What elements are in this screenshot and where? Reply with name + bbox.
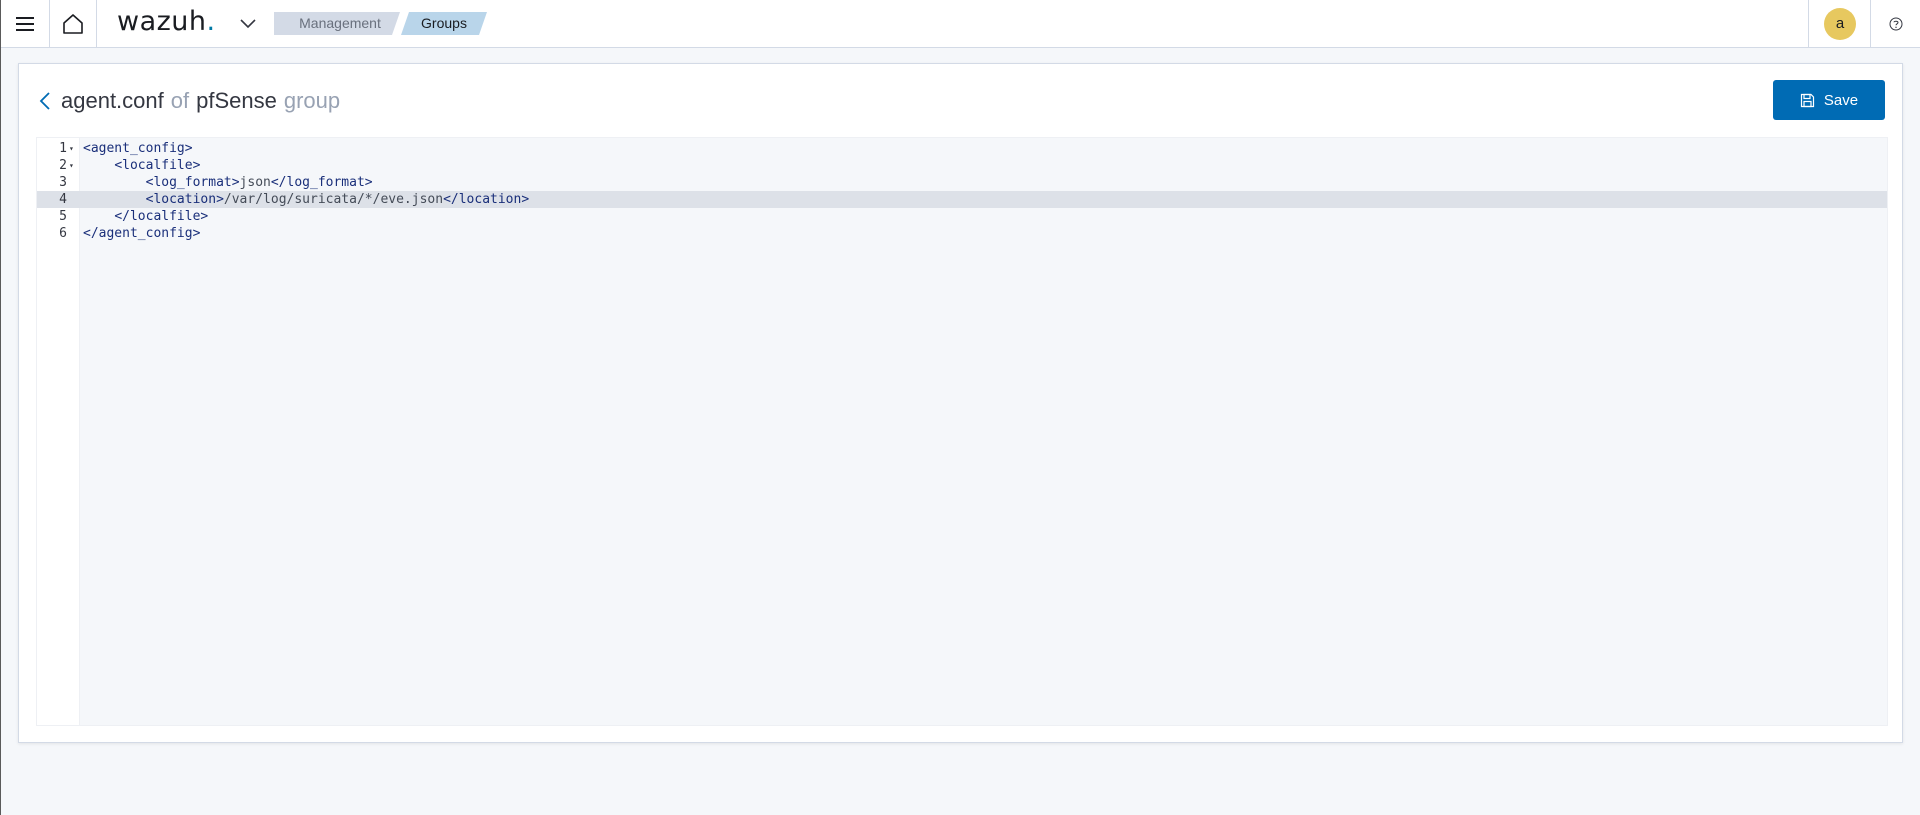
home-button[interactable] <box>50 0 97 47</box>
code-text: </agent_config> <box>83 225 200 242</box>
save-button[interactable]: Save <box>1773 80 1885 120</box>
help-icon <box>1889 17 1902 30</box>
logo-dot: . <box>206 6 216 37</box>
wazuh-logo[interactable]: wazuh. <box>117 6 216 37</box>
user-menu: a <box>1808 0 1871 47</box>
code-text: <location>/var/log/suricata/*/eve.json</… <box>83 191 530 208</box>
help-button[interactable] <box>1870 0 1920 47</box>
page-title: agent.conf of pfSense group <box>39 86 340 116</box>
line-number: 1 <box>59 141 67 156</box>
editor-line[interactable]: 6 </agent_config> <box>37 225 1887 242</box>
breadcrumb: Management Groups <box>274 12 487 35</box>
xml-tag: <localfile> <box>114 158 201 173</box>
config-panel: agent.conf of pfSense group Save 1 ▾ <agen… <box>18 63 1903 743</box>
editor-line[interactable]: 3 <log_format>json</log_format> <box>37 174 1887 191</box>
editor-line[interactable]: 4 <location>/var/log/suricata/*/eve.json… <box>37 191 1887 208</box>
home-icon <box>63 13 83 34</box>
back-button[interactable] <box>39 90 57 112</box>
line-number: 3 <box>59 175 67 190</box>
editor-line[interactable]: 5 </localfile> <box>37 208 1887 225</box>
code-editor[interactable]: 1 ▾ <agent_config> 2 ▾ <localfile> 3 <log_for… <box>36 137 1888 726</box>
code-text: <log_format>json</log_format> <box>83 174 373 191</box>
line-number: 4 <box>59 192 67 207</box>
title-filename: agent.conf <box>61 88 164 113</box>
fold-toggle-icon[interactable]: ▾ <box>69 157 74 174</box>
xml-tag: <log_format> <box>145 175 240 190</box>
fold-toggle-icon[interactable]: ▾ <box>69 140 74 157</box>
code-text: <agent_config> <box>83 140 193 157</box>
line-number: 6 <box>59 226 67 241</box>
app-switcher-button[interactable] <box>236 12 260 36</box>
xml-tag: </localfile> <box>114 209 209 224</box>
code-text: </localfile> <box>83 208 208 225</box>
code-text: <localfile> <box>83 157 200 174</box>
title-group-word: group <box>283 88 341 113</box>
xml-tag: <location> <box>145 192 224 207</box>
arrow-left-icon <box>39 92 50 110</box>
xml-text: /var/log/suricata/*/eve.json <box>223 192 444 207</box>
menu-button[interactable] <box>1 0 50 47</box>
breadcrumb-groups[interactable]: Groups <box>401 12 487 35</box>
top-header: wazuh. Management Groups a <box>1 0 1920 48</box>
breadcrumb-management[interactable]: Management <box>274 12 400 35</box>
avatar[interactable]: a <box>1824 7 1856 40</box>
xml-tag: </agent_config> <box>83 226 201 241</box>
xml-tag: </log_format> <box>270 175 373 190</box>
editor-line[interactable]: 2 ▾ <localfile> <box>37 157 1887 174</box>
chevron-down-icon <box>240 19 256 29</box>
line-number: 5 <box>59 209 67 224</box>
save-icon <box>1800 93 1814 107</box>
xml-tag: </location> <box>443 192 530 207</box>
title-group-name: pfSense <box>196 88 277 113</box>
save-label: Save <box>1823 91 1859 109</box>
xml-tag: <agent_config> <box>83 141 193 156</box>
xml-text: json <box>239 175 271 190</box>
title-of: of <box>170 88 190 113</box>
hamburger-icon <box>16 16 34 31</box>
logo-text: wazuh <box>117 6 207 37</box>
editor-line[interactable]: 1 ▾ <agent_config> <box>37 140 1887 157</box>
line-number: 2 <box>59 158 67 173</box>
